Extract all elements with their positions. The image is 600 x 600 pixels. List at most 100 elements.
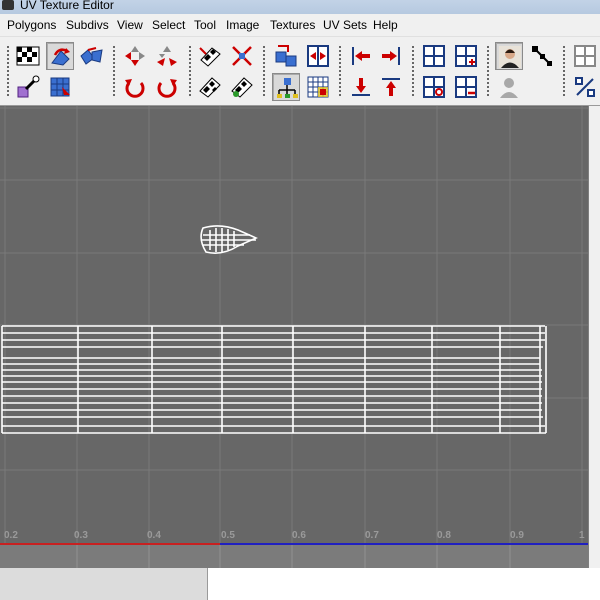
rotate-shell-icon [80, 47, 103, 65]
grid-minus-button[interactable] [452, 73, 480, 101]
u-tick-label: 0.3 [74, 530, 88, 541]
shell-select-button[interactable] [272, 73, 300, 101]
sew-uv-button[interactable] [304, 42, 332, 70]
title-bar: UV Texture Editor [0, 0, 600, 14]
flip-icon [51, 48, 70, 66]
pick-icon [17, 75, 40, 98]
toolbar-separator [7, 46, 9, 98]
menu-tool[interactable]: Tool [194, 18, 216, 32]
grid-plus-button[interactable] [452, 42, 480, 70]
scale-uv-button[interactable] [153, 42, 181, 70]
grid-plus-icon [455, 45, 477, 67]
unfold-icon [199, 47, 221, 67]
toolbar-separator [113, 46, 115, 98]
menu-bar: Polygons Subdivs View Select Tool Image … [0, 14, 600, 37]
uv-shell-strip [1, 325, 547, 434]
checker-icon [199, 77, 221, 98]
align-left-button[interactable] [347, 42, 375, 70]
align-top-button[interactable] [377, 73, 405, 101]
checker-edit-button[interactable] [228, 73, 256, 101]
arrow-left-icon [352, 47, 370, 65]
menu-textures[interactable]: Textures [270, 18, 315, 32]
grid-dot-button[interactable] [420, 73, 448, 101]
toolbar-separator [563, 46, 565, 98]
gather-icon [232, 46, 252, 66]
select-shell-button[interactable] [14, 73, 42, 101]
cut-icon [275, 45, 297, 67]
u-tick-label: 0.6 [292, 530, 306, 541]
checker-icon [16, 46, 40, 66]
menu-uv-sets[interactable]: UV Sets [323, 18, 367, 32]
move-uv-button[interactable] [121, 42, 149, 70]
rotate-cw-icon [157, 79, 177, 98]
snap-button[interactable] [528, 42, 556, 70]
grid-minus-icon [455, 76, 477, 98]
arrow-down-icon [352, 78, 370, 96]
cut-uv-button[interactable] [272, 42, 300, 70]
move-arrows-icon [125, 46, 145, 66]
maya-icon [2, 0, 14, 10]
grid-partial-button[interactable] [571, 42, 599, 70]
flip-uv-button[interactable] [46, 42, 74, 70]
toolbar-separator [339, 46, 341, 98]
uv-editor-viewport[interactable]: 0.2 0.3 0.4 0.5 0.6 0.7 0.8 0.9 1 [0, 106, 588, 568]
layout-uv-button[interactable] [46, 73, 74, 101]
rotate-ccw-icon [125, 79, 145, 98]
u-tick-label: 0.9 [510, 530, 524, 541]
window-title: UV Texture Editor [20, 0, 114, 12]
menu-select[interactable]: Select [152, 18, 185, 32]
uv-grid-canvas [0, 106, 588, 568]
uv-texture-editor-window: UV Texture Editor Polygons Subdivs View … [0, 0, 600, 600]
person-gray-button[interactable] [495, 73, 523, 101]
align-bottom-button[interactable] [347, 73, 375, 101]
arrow-up-icon [382, 78, 400, 96]
uv-grid-button[interactable] [304, 73, 332, 101]
u-tick-label: 0.2 [4, 530, 18, 541]
toolbar-separator [263, 46, 265, 98]
u-tick-label: 1 [579, 530, 585, 541]
gather-button[interactable] [228, 42, 256, 70]
scale-arrows-icon [157, 46, 177, 66]
grid-add-button[interactable] [420, 42, 448, 70]
toolbar-separator [412, 46, 414, 98]
checker-uv-button[interactable] [196, 73, 224, 101]
u-tick-label: 0.7 [365, 530, 379, 541]
percent-button[interactable] [571, 73, 599, 101]
menu-subdivs[interactable]: Subdivs [66, 18, 109, 32]
layout-icon [50, 77, 70, 97]
grid-icon [574, 45, 596, 67]
rotate-shell-button[interactable] [78, 42, 106, 70]
lower-band [0, 545, 588, 568]
rotate-cw-button[interactable] [153, 73, 181, 101]
bottom-panel [0, 568, 208, 600]
percent-icon [575, 77, 595, 97]
bottom-area [0, 568, 600, 600]
uv-grid-icon [307, 76, 329, 98]
align-right-button[interactable] [377, 42, 405, 70]
texture-display-button[interactable] [495, 42, 523, 70]
menu-help[interactable]: Help [373, 18, 398, 32]
toolbar-separator [487, 46, 489, 98]
u-tick-label: 0.4 [147, 530, 161, 541]
toolbar [0, 37, 600, 106]
checker-edit-icon [231, 77, 253, 98]
snap-icon [532, 46, 552, 66]
u-tick-label: 0.8 [437, 530, 451, 541]
menu-image[interactable]: Image [226, 18, 259, 32]
grid-icon [423, 45, 445, 67]
u-tick-label: 0.5 [221, 530, 235, 541]
uv-shell-small [200, 225, 258, 254]
person-icon [499, 46, 521, 68]
grid-dot-icon [423, 76, 445, 98]
checker-pattern-button[interactable] [14, 42, 42, 70]
toolbar-separator [189, 46, 191, 98]
person-gray-icon [500, 78, 518, 98]
shell-icon [277, 78, 298, 98]
menu-polygons[interactable]: Polygons [7, 18, 56, 32]
unfold-button[interactable] [196, 42, 224, 70]
sew-icon [307, 45, 329, 67]
menu-view[interactable]: View [117, 18, 143, 32]
arrow-right-icon [382, 47, 400, 65]
rotate-ccw-button[interactable] [121, 73, 149, 101]
right-window-edge [588, 106, 600, 600]
